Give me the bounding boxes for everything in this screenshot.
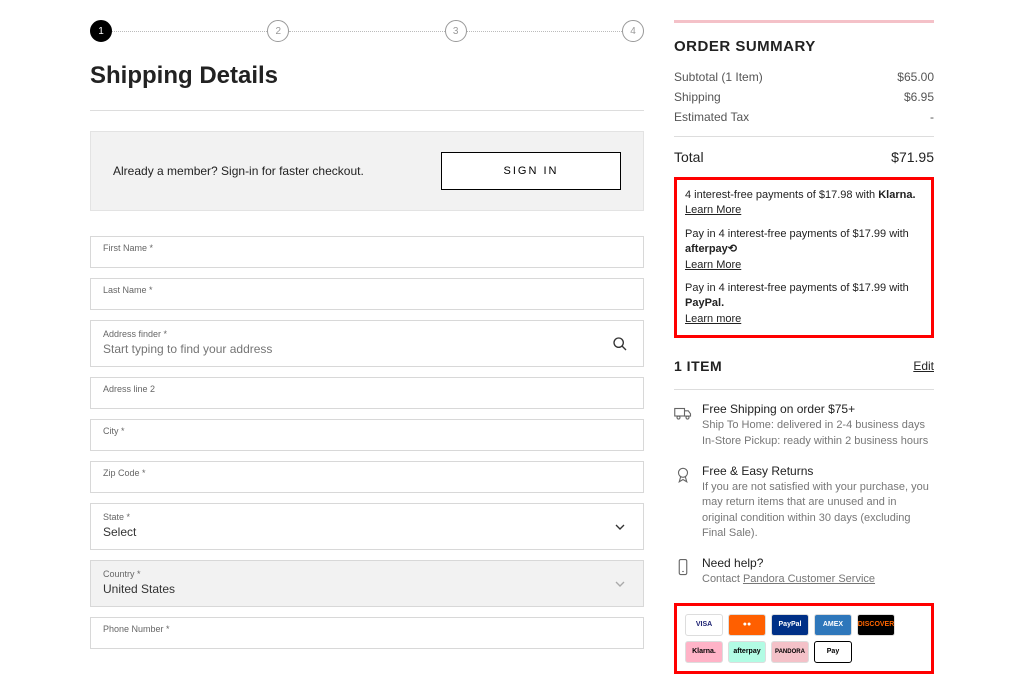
shipping-info-sub2: In-Store Pickup: ready within 2 business… [702,434,928,449]
shipping-value: $6.95 [904,90,934,104]
paypal-option: Pay in 4 interest-free payments of $17.9… [685,281,923,327]
divider [90,110,644,111]
address-finder-input[interactable] [103,342,631,356]
subtotal-row: Subtotal (1 Item) $65.00 [674,70,934,84]
step-3: 3 [445,20,467,42]
city-field[interactable]: City * [90,419,644,451]
help-info: Need help? Contact Pandora Customer Serv… [674,556,934,587]
ribbon-icon [674,466,692,484]
tax-value: - [930,110,934,124]
last-name-label: Last Name * [103,285,631,295]
items-count-title: 1 ITEM [674,358,722,374]
phone-number-field[interactable]: Phone Number * [90,617,644,649]
state-label: State * [103,512,631,522]
amex-icon: AMEX [814,614,852,636]
edit-cart-link[interactable]: Edit [913,359,934,373]
shipping-label: Shipping [674,90,721,104]
address-finder-field[interactable]: Address finder * [90,320,644,367]
last-name-field[interactable]: Last Name * [90,278,644,310]
total-value: $71.95 [891,149,934,165]
afterpay-learn-more-link[interactable]: Learn More [685,258,741,273]
first-name-field[interactable]: First Name * [90,236,644,268]
phone-icon [674,558,692,576]
divider [674,136,934,137]
address-finder-label: Address finder * [103,329,631,339]
first-name-label: First Name * [103,243,631,253]
paypal-text: Pay in 4 interest-free payments of $17.9… [685,282,909,294]
signin-box: Already a member? Sign-in for faster che… [90,131,644,211]
paypal-brand: PayPal. [685,297,724,309]
step-line [289,31,444,32]
subtotal-label: Subtotal (1 Item) [674,70,763,84]
zip-code-field[interactable]: Zip Code * [90,461,644,493]
payment-methods-highlight: VISA ●● PayPal AMEX DISCOVER Klarna. aft… [674,603,934,674]
subtotal-value: $65.00 [897,70,934,84]
tax-label: Estimated Tax [674,110,749,124]
help-info-title: Need help? [702,556,875,570]
order-summary-title: ORDER SUMMARY [674,38,934,55]
shipping-row: Shipping $6.95 [674,90,934,104]
step-1: 1 [90,20,112,42]
step-line [112,31,267,32]
discover-icon: DISCOVER [857,614,895,636]
klarna-brand: Klarna. [878,189,915,201]
customer-service-link[interactable]: Pandora Customer Service [743,573,875,585]
klarna-option: 4 interest-free payments of $17.98 with … [685,188,923,219]
shipping-info-title: Free Shipping on order $75+ [702,402,928,416]
chevron-down-icon [612,519,628,535]
shipping-info-sub1: Ship To Home: delivered in 2-4 business … [702,418,928,433]
divider [674,389,934,390]
search-icon [612,336,628,352]
state-select[interactable]: State * Select [90,503,644,550]
visa-icon: VISA [685,614,723,636]
summary-accent [674,20,934,23]
page-title: Shipping Details [90,62,644,90]
afterpay-icon: afterpay [728,641,766,663]
returns-info-title: Free & Easy Returns [702,464,934,478]
city-label: City * [103,426,631,436]
paypal-icon: PayPal [771,614,809,636]
tax-row: Estimated Tax - [674,110,934,124]
klarna-text: 4 interest-free payments of $17.98 with [685,189,878,201]
chevron-down-icon [612,576,628,592]
afterpay-text: Pay in 4 interest-free payments of $17.9… [685,228,909,240]
step-4: 4 [622,20,644,42]
klarna-learn-more-link[interactable]: Learn More [685,203,741,218]
address-line-2-label: Adress line 2 [103,384,631,394]
state-value: Select [103,525,136,539]
items-header: 1 ITEM Edit [674,358,934,374]
total-label: Total [674,149,704,165]
mastercard-icon: ●● [728,614,766,636]
afterpay-brand: afterpay⟲ [685,243,737,255]
country-label: Country * [103,569,631,579]
country-value: United States [103,582,175,596]
klarna-icon: Klarna. [685,641,723,663]
step-line [467,31,622,32]
returns-info-sub: If you are not satisfied with your purch… [702,480,934,542]
returns-info: Free & Easy Returns If you are not satis… [674,464,934,542]
apple-pay-icon: Pay [814,641,852,663]
address-line-2-field[interactable]: Adress line 2 [90,377,644,409]
signin-text: Already a member? Sign-in for faster che… [113,164,364,178]
afterpay-option: Pay in 4 interest-free payments of $17.9… [685,227,923,273]
truck-icon [674,404,692,422]
phone-number-label: Phone Number * [103,624,631,634]
checkout-stepper: 1 2 3 4 [90,20,644,42]
free-shipping-info: Free Shipping on order $75+ Ship To Home… [674,402,934,449]
zip-code-label: Zip Code * [103,468,631,478]
paypal-learn-more-link[interactable]: Learn more [685,312,741,327]
pandora-icon: PANDORA [771,641,809,663]
total-row: Total $71.95 [674,149,934,165]
sign-in-button[interactable]: SIGN IN [441,152,621,190]
pay-later-highlight: 4 interest-free payments of $17.98 with … [674,177,934,338]
help-info-sub: Contact Pandora Customer Service [702,572,875,587]
country-select[interactable]: Country * United States [90,560,644,607]
step-2: 2 [267,20,289,42]
